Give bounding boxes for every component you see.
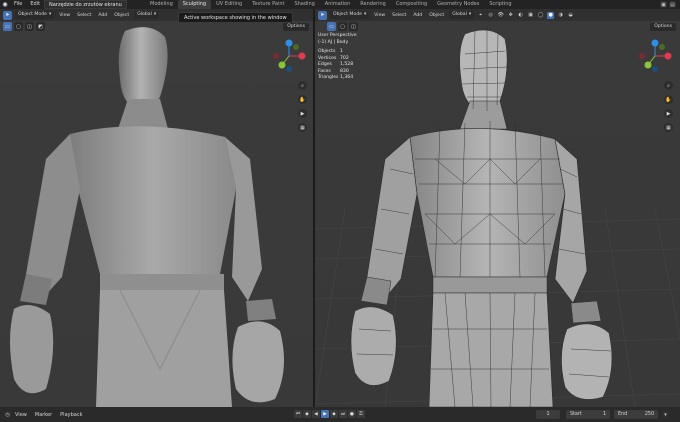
stat-triangles: Triangles 1,364	[318, 75, 354, 80]
left-navigation-gizmo[interactable]	[272, 39, 306, 73]
tab-uv-editing[interactable]: UV Editing	[211, 0, 247, 9]
auto-key-icon[interactable]: ⚿	[357, 410, 365, 418]
left-character-model	[10, 27, 284, 407]
shading-rendered-icon[interactable]: ◒	[567, 11, 575, 19]
playback-controls: ⏮ ◆ ◀ ▶ ◆ ⏭ ● ⚿	[294, 410, 365, 418]
left-extend-icon[interactable]: ◫	[25, 22, 34, 31]
left-mode-dropdown[interactable]: Object Mode ▾	[15, 11, 55, 19]
jump-end-icon[interactable]: ⏭	[339, 410, 347, 418]
screenshot-tool-label: Narzędzie do zrzutów ekranu	[44, 0, 127, 9]
tab-rendering[interactable]: Rendering	[355, 0, 391, 9]
perspective-label: User Perspective	[318, 33, 357, 38]
right-wireframe-model	[315, 27, 680, 407]
right-mode-dropdown[interactable]: Object Mode ▾	[330, 11, 370, 19]
left-subtract-icon[interactable]: ◩	[36, 22, 45, 31]
blender-logo-icon[interactable]: ◉	[0, 0, 10, 9]
right-viewport-header: ➤ Object Mode ▾ View Select Add Object G…	[315, 9, 680, 21]
top-right-controls: ▣ ▤	[660, 1, 676, 8]
tab-geometry-nodes[interactable]: Geometry Nodes	[432, 0, 484, 9]
select-tool-icon[interactable]: ➤	[3, 10, 12, 20]
record-icon[interactable]: ●	[348, 410, 356, 418]
right-select-tool-icon[interactable]: ➤	[318, 10, 327, 20]
timeline-options-icon[interactable]: ▾	[662, 411, 669, 418]
right-navigation-gizmo[interactable]	[638, 39, 672, 73]
left-camera-icon[interactable]: ▶	[298, 109, 307, 118]
right-extend-icon[interactable]: ◫	[349, 22, 358, 31]
right-menu-object[interactable]: Object	[427, 13, 446, 18]
gizmo-toggle-icon[interactable]: ✥	[507, 11, 515, 19]
left-zoom-icon[interactable]: ⌕	[298, 81, 307, 90]
timeline-menu-marker[interactable]: Marker	[31, 412, 56, 418]
left-pan-hand-icon[interactable]: ✋	[298, 95, 307, 104]
timeline-menu-view[interactable]: View	[11, 412, 31, 418]
play-icon[interactable]: ▶	[321, 410, 329, 418]
left-viewport[interactable]: ➤ Object Mode ▾ View Select Add Object G…	[0, 9, 313, 407]
left-ortho-grid-icon[interactable]: ▦	[298, 123, 307, 132]
shading-material-icon[interactable]: ◑	[557, 11, 565, 19]
view-layer-icon[interactable]: ▤	[669, 1, 676, 8]
left-options-button[interactable]: Options	[283, 23, 309, 31]
left-nav-icons: ⌕ ✋ ▶ ▦	[298, 81, 307, 132]
tab-modeling[interactable]: Modeling	[145, 0, 178, 9]
right-select-mode-icon[interactable]: ▢	[338, 22, 347, 31]
next-keyframe-icon[interactable]: ◆	[330, 410, 338, 418]
scene-icon[interactable]: ▣	[660, 1, 667, 8]
play-reverse-icon[interactable]: ◀	[312, 410, 320, 418]
left-menu-add[interactable]: Add	[96, 13, 109, 18]
tab-sculpting[interactable]: Sculpting	[177, 0, 212, 9]
menu-edit[interactable]: Edit	[26, 0, 44, 9]
right-options-button[interactable]: Options	[650, 23, 676, 31]
timeline-menu-playback[interactable]: Playback	[56, 412, 86, 418]
tab-texture-paint[interactable]: Texture Paint	[247, 0, 289, 9]
left-box-select-icon[interactable]: ▭	[3, 22, 12, 31]
right-transform-dropdown[interactable]: Global ▾	[449, 11, 475, 19]
left-menu-select[interactable]: Select	[75, 13, 93, 18]
jump-start-icon[interactable]: ⏮	[294, 410, 302, 418]
xray-toggle-icon[interactable]: ▣	[527, 11, 535, 19]
workspace-tooltip: Active workspace showing in the window	[178, 12, 293, 23]
snap-icon[interactable]: ⌖	[477, 11, 485, 19]
right-viewport[interactable]: ➤ Object Mode ▾ View Select Add Object G…	[315, 9, 680, 407]
visibility-icon[interactable]: 👁	[497, 11, 505, 19]
viewport-stats-overlay: User Perspective (-1) AJ | Body Objects 1…	[318, 33, 357, 82]
menu-file[interactable]: File	[10, 0, 26, 9]
right-nav-icons: ⌕ ✋ ▶ ▦	[664, 81, 673, 132]
current-frame-field[interactable]: 1	[536, 410, 560, 419]
right-zoom-icon[interactable]: ⌕	[664, 81, 673, 90]
right-menu-add[interactable]: Add	[411, 13, 424, 18]
right-camera-icon[interactable]: ▶	[664, 109, 673, 118]
right-tool-row: ▭ ▢ ◫	[327, 22, 358, 31]
left-tool-row: ▭ ▢ ◫ ◩	[3, 22, 45, 31]
workspace-tabs: Modeling Sculpting UV Editing Texture Pa…	[145, 0, 517, 9]
tab-compositing[interactable]: Compositing	[391, 0, 432, 9]
timeline-editor-type-icon[interactable]: ◷	[4, 411, 11, 418]
overlay-toggle-icon[interactable]: ◐	[517, 11, 525, 19]
right-ortho-grid-icon[interactable]: ▦	[664, 123, 673, 132]
right-box-select-icon[interactable]: ▭	[327, 22, 336, 31]
proportional-edit-icon[interactable]: ◎	[487, 11, 495, 19]
end-frame-field[interactable]: End 250	[614, 410, 658, 419]
right-pan-hand-icon[interactable]: ✋	[664, 95, 673, 104]
shading-wireframe-icon[interactable]: ◯	[537, 11, 545, 19]
left-select-mode-icon[interactable]: ▢	[14, 22, 23, 31]
start-frame-field[interactable]: Start 1	[566, 410, 610, 419]
tab-shading[interactable]: Shading	[289, 0, 319, 9]
right-menu-view[interactable]: View	[372, 13, 387, 18]
right-menu-select[interactable]: Select	[390, 13, 408, 18]
left-transform-dropdown[interactable]: Global ▾	[134, 11, 160, 19]
shading-solid-icon[interactable]: ●	[547, 11, 555, 19]
tab-animation[interactable]: Animation	[320, 0, 356, 9]
tab-scripting[interactable]: Scripting	[484, 0, 516, 9]
left-menu-object[interactable]: Object	[112, 13, 131, 18]
left-menu-view[interactable]: View	[57, 13, 72, 18]
prev-keyframe-icon[interactable]: ◆	[303, 410, 311, 418]
